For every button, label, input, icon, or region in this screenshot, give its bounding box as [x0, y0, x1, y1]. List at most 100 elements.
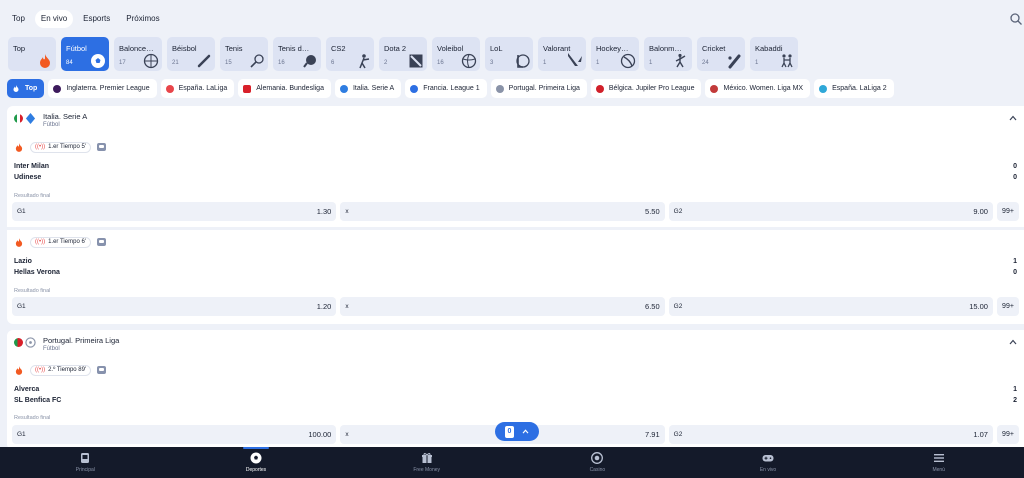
odd-button-x[interactable]: x 6.50	[340, 297, 665, 316]
odd-key: x	[345, 303, 349, 310]
bottom-nav-en-vivo[interactable]: En vivo	[683, 447, 854, 478]
odd-button-g2[interactable]: G2 15.00	[668, 297, 993, 316]
sport-count: 24	[702, 60, 709, 66]
league-chip-ligue-1[interactable]: Francia. League 1	[405, 79, 487, 98]
league-group-title: Portugal. Primeira Liga	[43, 336, 120, 345]
odd-key: G1	[17, 303, 26, 310]
sport-tile-lol[interactable]: LoL 3	[485, 37, 533, 71]
top-nav: Top En vivo Esports Próximos	[6, 10, 166, 28]
league-chip-label: Bélgica. Jupiler Pro League	[608, 85, 695, 92]
sport-tile-top[interactable]: Top	[8, 37, 56, 71]
sport-tile-hockey[interactable]: Hockey… 1	[591, 37, 639, 71]
league-chip-label: Francia. League 1	[423, 85, 480, 92]
league-chip-label: México. Women. Liga MX	[723, 85, 804, 92]
fire-icon	[15, 237, 23, 247]
odd-button-g2[interactable]: G2 1.07	[668, 425, 993, 444]
league-group-serie-a: Italia. Serie A Fútbol ((•)) 1.er Tiempo …	[7, 106, 1024, 324]
portugal-flag-icon	[14, 338, 23, 347]
sport-tile-futbol[interactable]: Fútbol 84	[61, 37, 109, 71]
odd-button-g2[interactable]: G2 9.00	[668, 202, 993, 221]
sport-label: Balonm…	[649, 44, 682, 53]
tab-proximos[interactable]: Próximos	[120, 10, 165, 28]
odd-key: G1	[17, 431, 26, 438]
sport-tile-balonmano[interactable]: Balonm… 1	[644, 37, 692, 71]
league-chip-primeira-liga[interactable]: Portugal. Primeira Liga	[490, 79, 587, 98]
odd-key: G1	[17, 208, 26, 215]
sport-tile-cs2[interactable]: CS2 6	[326, 37, 374, 71]
match-status: ((•)) 1.er Tiempo 5'	[14, 141, 106, 153]
league-chip-premier-league[interactable]: Inglaterra. Premier League	[48, 79, 157, 98]
sport-label: Valorant	[543, 44, 571, 53]
home-score: 1	[1013, 386, 1017, 393]
bottom-nav-free-money[interactable]: Free Money	[341, 447, 512, 478]
bottom-nav-deportes[interactable]: Deportes	[171, 447, 342, 478]
league-chip-top[interactable]: Top	[7, 79, 45, 98]
market-label: Resultado final	[14, 193, 51, 199]
odd-key: G2	[673, 431, 683, 438]
league-chip-bundesliga[interactable]: Alemania. Bundesliga	[238, 79, 331, 98]
search-icon[interactable]	[1010, 13, 1022, 25]
odd-key: G2	[673, 303, 683, 310]
league-group-header[interactable]: Italia. Serie A Fútbol	[7, 106, 1024, 132]
tab-esports[interactable]: Esports	[77, 10, 116, 28]
league-chip-jupiler[interactable]: Bélgica. Jupiler Pro League	[590, 79, 702, 98]
sport-tile-tenis[interactable]: Tenis 15	[220, 37, 268, 71]
fire-icon	[40, 54, 50, 68]
liga-mx-logo-icon	[710, 84, 719, 93]
home-score: 0	[1013, 163, 1017, 170]
tv-stream-icon[interactable]	[96, 238, 106, 246]
primeira-liga-logo-icon	[25, 337, 36, 348]
sport-count: 16	[278, 60, 285, 66]
sport-tile-voleibol[interactable]: Voleibol 16	[432, 37, 480, 71]
sport-tile-beisbol[interactable]: Béisbol 21	[167, 37, 215, 71]
league-chip-laliga-2[interactable]: España. LaLiga 2	[814, 79, 894, 98]
live-broadcast-icon: ((•))	[35, 144, 46, 150]
sport-count: 21	[172, 60, 179, 66]
tv-stream-icon[interactable]	[97, 366, 107, 374]
league-chip-label: Inglaterra. Premier League	[66, 85, 150, 92]
match-card[interactable]: ((•)) 1.er Tiempo 6' Lazio Hellas Verona …	[7, 236, 1024, 319]
cs2-soldier-icon	[359, 54, 370, 69]
match-card[interactable]: ((•)) 1.er Tiempo 5' Inter Milan Udinese …	[7, 141, 1024, 224]
chevron-up-icon[interactable]	[1009, 115, 1017, 121]
league-group-sport: Fútbol	[43, 122, 60, 128]
sport-tile-cricket[interactable]: Cricket 24	[697, 37, 745, 71]
sport-count: 2	[384, 60, 388, 66]
odd-button-x[interactable]: x 5.50	[340, 202, 665, 221]
tab-top[interactable]: Top	[6, 10, 31, 28]
league-chip-label: Italia. Serie A	[352, 85, 395, 92]
sport-tile-dota2[interactable]: Dota 2 2	[379, 37, 427, 71]
laliga-logo-icon	[165, 84, 174, 93]
soccer-ball-icon	[250, 452, 262, 464]
chevron-up-icon	[522, 429, 529, 434]
odd-button-g1[interactable]: G1 100.00	[12, 425, 337, 444]
sport-tile-valorant[interactable]: Valorant 1	[538, 37, 586, 71]
more-markets-button[interactable]: 99+	[996, 425, 1019, 444]
more-markets-button[interactable]: 99+	[996, 297, 1019, 316]
league-group-header[interactable]: Portugal. Primeira Liga Fútbol	[7, 330, 1024, 356]
bet-slip-button[interactable]: 0	[495, 422, 539, 441]
menu-icon	[933, 454, 944, 462]
bottom-nav-casino[interactable]: Casino	[512, 447, 683, 478]
gamepad-icon	[762, 455, 774, 462]
bottom-nav-principal[interactable]: Principal	[0, 447, 171, 478]
league-chip-laliga[interactable]: España. LaLiga	[160, 79, 235, 98]
chevron-up-icon[interactable]	[1009, 339, 1017, 345]
tab-en-vivo[interactable]: En vivo	[34, 10, 74, 28]
more-markets-button[interactable]: 99+	[996, 202, 1019, 221]
odd-button-g1[interactable]: G1 1.20	[12, 297, 337, 316]
league-chip-liga-mx-women[interactable]: México. Women. Liga MX	[705, 79, 811, 98]
league-chip-serie-a[interactable]: Italia. Serie A	[334, 79, 402, 98]
bottom-nav-label: En vivo	[759, 467, 777, 473]
tv-stream-icon[interactable]	[96, 143, 106, 151]
away-team: Udinese	[14, 174, 42, 181]
bottom-nav-menu[interactable]: Menú	[853, 447, 1024, 478]
league-chip-label: Portugal. Primeira Liga	[508, 85, 580, 92]
sport-label: Tenis	[225, 44, 243, 53]
odd-value: 1.30	[316, 207, 332, 216]
odd-button-g1[interactable]: G1 1.30	[12, 202, 337, 221]
serie-a-logo-icon	[25, 113, 36, 124]
sport-tile-baloncesto[interactable]: Balonce… 17	[114, 37, 162, 71]
sport-tile-tenis-de-mesa[interactable]: Tenis d… 16	[273, 37, 321, 71]
sport-tile-kabaddi[interactable]: Kabaddi 1	[750, 37, 798, 71]
